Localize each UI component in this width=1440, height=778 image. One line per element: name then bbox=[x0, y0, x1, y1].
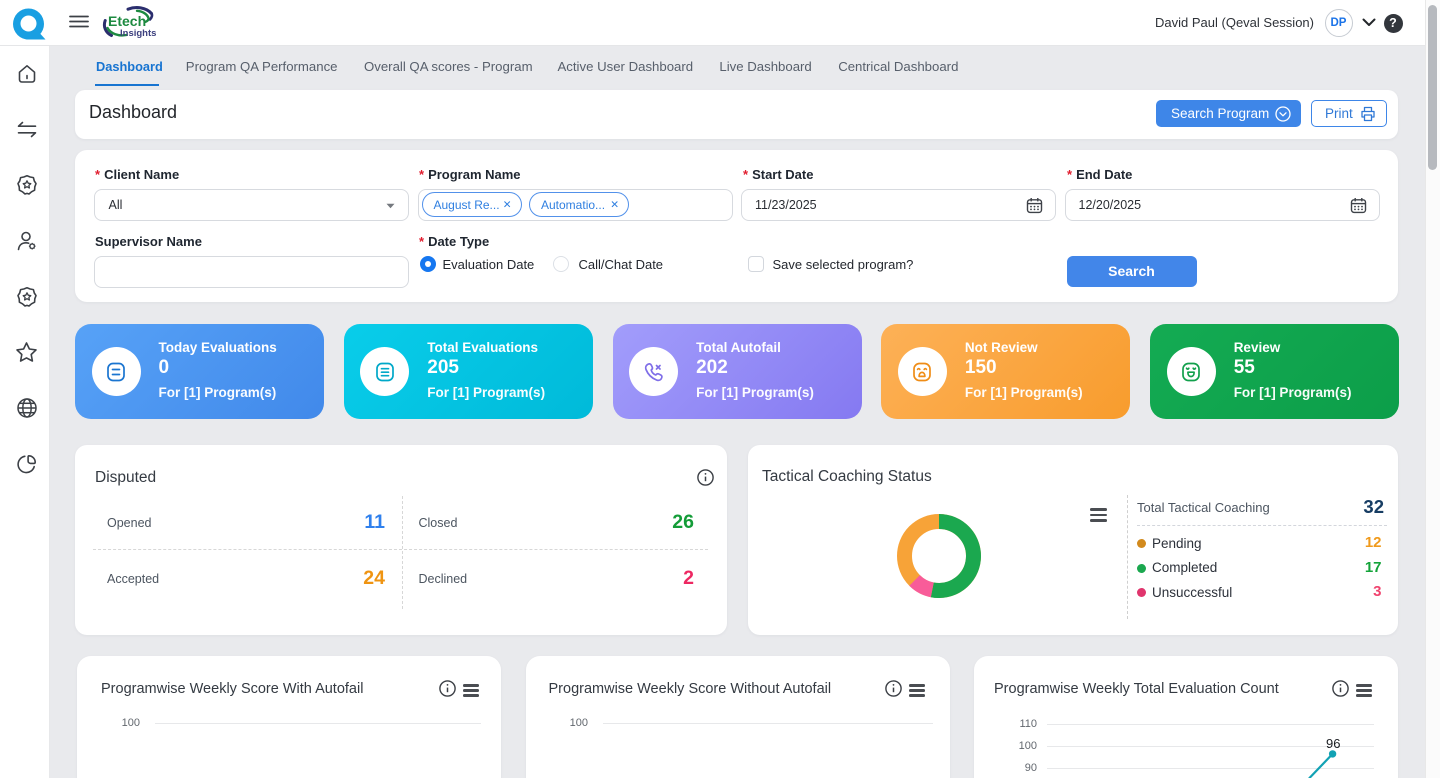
svg-text:Etech: Etech bbox=[108, 13, 146, 29]
svg-text:Insights: Insights bbox=[120, 28, 156, 39]
